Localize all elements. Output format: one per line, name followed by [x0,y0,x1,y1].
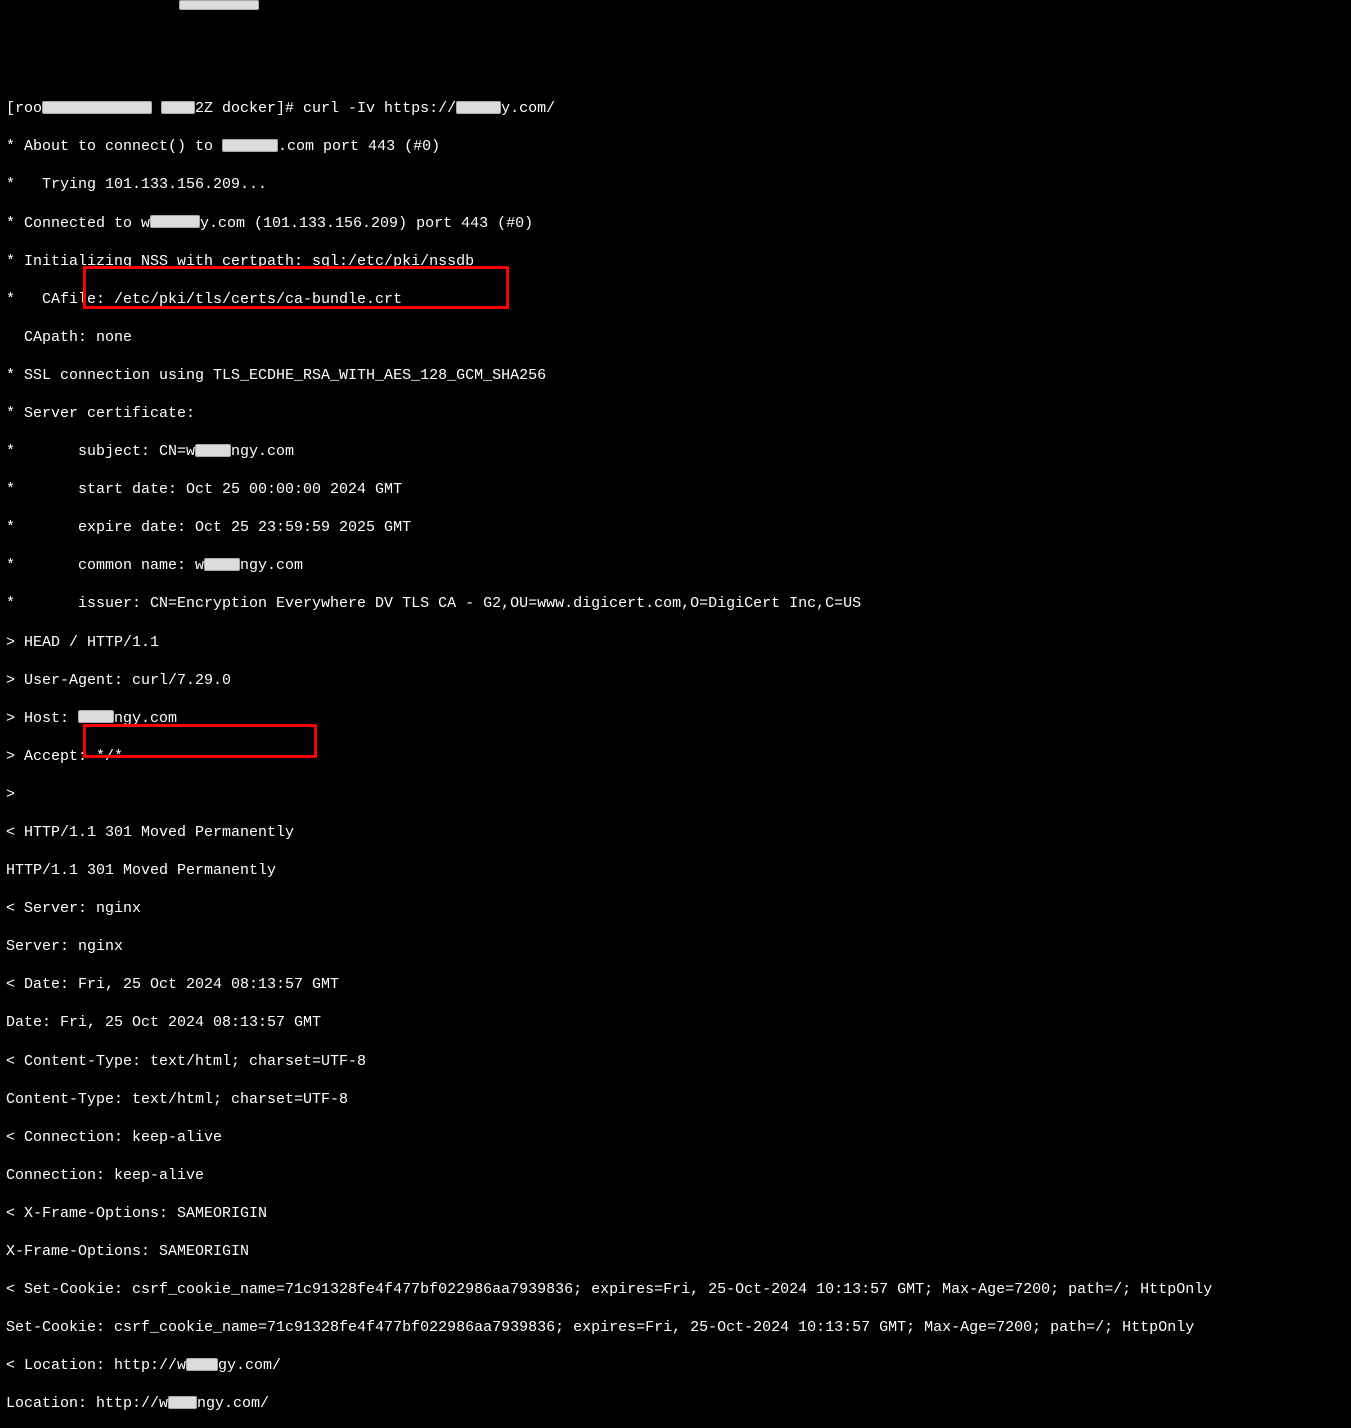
terminal-line: > HEAD / HTTP/1.1 [6,633,1345,652]
terminal-line: > [6,785,1345,804]
terminal-line: < X-Frame-Options: SAMEORIGIN [6,1204,1345,1223]
terminal-line: * Trying 101.133.156.209... [6,175,1345,194]
terminal-line-location-header: < Location: http://wgy.com/ [6,1356,1345,1375]
terminal-line: Content-Type: text/html; charset=UTF-8 [6,1090,1345,1109]
terminal-line: > User-Agent: curl/7.29.0 [6,671,1345,690]
terminal-line-expire-date: * expire date: Oct 25 23:59:59 2025 GMT [6,518,1345,537]
terminal-line: < Content-Type: text/html; charset=UTF-8 [6,1052,1345,1071]
terminal-line: < HTTP/1.1 301 Moved Permanently [6,823,1345,842]
terminal-line: > Host: ngy.com [6,709,1345,728]
terminal-line: * common name: wngy.com [6,556,1345,575]
terminal-line: < Set-Cookie: csrf_cookie_name=71c91328f… [6,1280,1345,1299]
terminal-line: * SSL connection using TLS_ECDHE_RSA_WIT… [6,366,1345,385]
terminal-line: * CAfile: /etc/pki/tls/certs/ca-bundle.c… [6,290,1345,309]
terminal-line: < Server: nginx [6,899,1345,918]
terminal-line: * Initializing NSS with certpath: sql:/e… [6,252,1345,271]
terminal-line: * About to connect() to .com port 443 (#… [6,137,1345,156]
terminal-line: Set-Cookie: csrf_cookie_name=71c91328fe4… [6,1318,1345,1337]
terminal-line: [roo 2Z docker]# curl -Iv https://y.com/ [6,99,1345,118]
terminal-line: CApath: none [6,328,1345,347]
terminal-output[interactable]: [roo 2Z docker]# curl -Iv https://y.com/… [6,80,1345,1428]
terminal-line: Server: nginx [6,937,1345,956]
terminal-line: * Connected to wy.com (101.133.156.209) … [6,214,1345,233]
terminal-line: * Server certificate: [6,404,1345,423]
terminal-line-start-date: * start date: Oct 25 00:00:00 2024 GMT [6,480,1345,499]
terminal-line-location: Location: http://wngy.com/ [6,1394,1345,1413]
terminal-line: Date: Fri, 25 Oct 2024 08:13:57 GMT [6,1013,1345,1032]
redact-block [179,0,259,10]
terminal-line: X-Frame-Options: SAMEORIGIN [6,1242,1345,1261]
terminal-line: Connection: keep-alive [6,1166,1345,1185]
terminal-line: HTTP/1.1 301 Moved Permanently [6,861,1345,880]
terminal-line: > Accept: */* [6,747,1345,766]
terminal-line: < Date: Fri, 25 Oct 2024 08:13:57 GMT [6,975,1345,994]
terminal-line: < Connection: keep-alive [6,1128,1345,1147]
terminal-line: * issuer: CN=Encryption Everywhere DV TL… [6,594,1345,613]
terminal-line: * subject: CN=wngy.com [6,442,1345,461]
